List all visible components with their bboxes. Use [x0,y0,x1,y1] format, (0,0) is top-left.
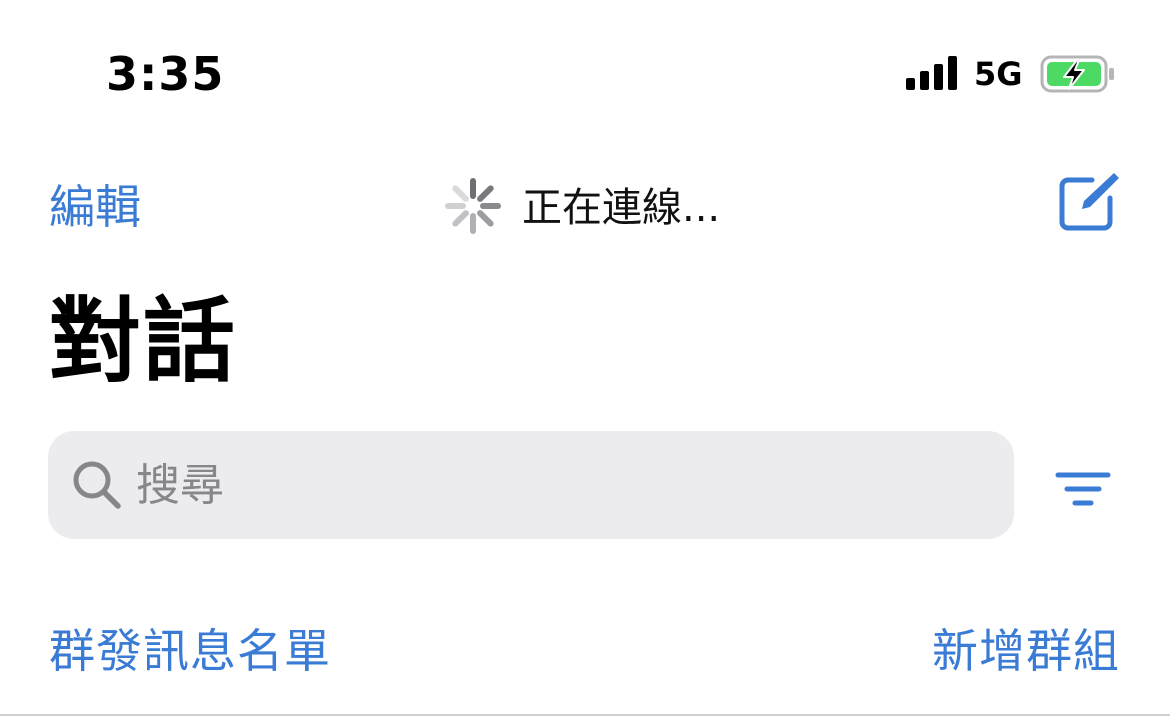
edit-button[interactable]: 編輯 [49,176,141,238]
status-time: 3:35 [106,47,225,101]
divider [0,714,1170,716]
page-title: 對話 [49,288,238,395]
broadcast-lists-link[interactable]: 群發訊息名單 [49,620,331,682]
loading-spinner-icon [445,178,501,234]
search-icon [73,461,121,509]
network-type: 5G [974,55,1023,93]
battery-charging-icon [1040,55,1114,93]
connection-status: 正在連線... [522,185,721,231]
search-input[interactable] [136,452,976,518]
filter-icon[interactable] [1054,470,1112,510]
cellular-signal-icon [906,56,958,90]
compose-icon[interactable] [1056,168,1122,234]
new-group-link[interactable]: 新增群組 [932,620,1120,682]
